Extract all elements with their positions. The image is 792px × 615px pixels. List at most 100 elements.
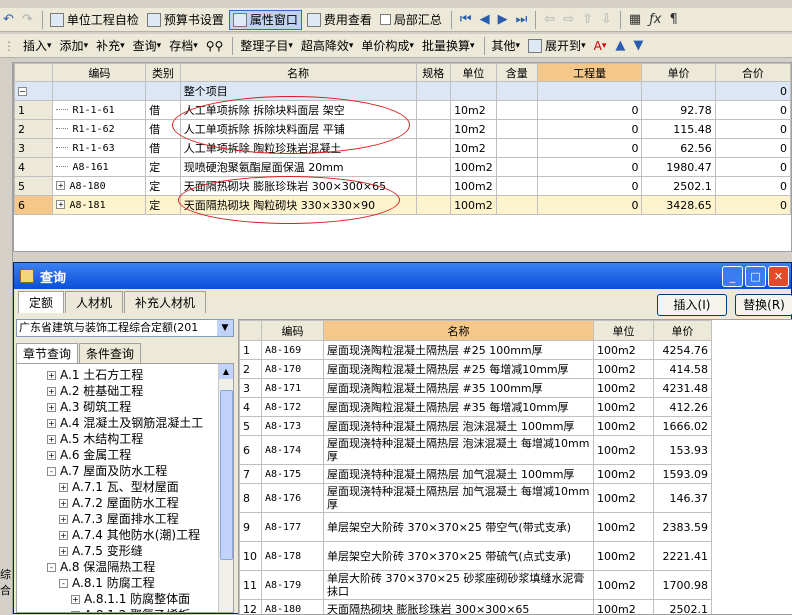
cell-total[interactable]: 0 xyxy=(715,139,790,158)
col-code[interactable]: 编码 xyxy=(53,64,146,82)
cell-quantity[interactable]: 0 xyxy=(537,177,642,196)
prev-icon[interactable]: ◀ xyxy=(476,12,494,27)
cell-content[interactable] xyxy=(496,196,537,215)
group-toggle[interactable]: − xyxy=(15,82,53,101)
expand-icon[interactable]: + xyxy=(56,181,65,190)
add-menu[interactable]: 添加 xyxy=(57,36,92,56)
cell-type[interactable]: 借 xyxy=(146,139,181,158)
height-efficiency-menu[interactable]: 超高降效 xyxy=(298,36,357,56)
expand-icon[interactable]: + xyxy=(47,387,56,396)
tab-chapter-search[interactable]: 章节查询 xyxy=(16,343,78,363)
cell-spec[interactable] xyxy=(416,120,451,139)
cell-name[interactable]: 人工单项拆除 拆除块料面层 架空 xyxy=(180,101,416,120)
collapse-icon[interactable]: − xyxy=(18,87,27,96)
expand-icon[interactable]: + xyxy=(47,435,56,444)
table-row[interactable]: 5+A8-180定天面隔热砌块 膨胀珍珠岩 300×300×65100m2025… xyxy=(15,177,791,196)
expand-icon[interactable]: + xyxy=(47,371,56,380)
cell-content[interactable] xyxy=(496,158,537,177)
table-row[interactable]: 4A8-161定现喷硬泡聚氨酯屋面保温 20mm100m201980.470 xyxy=(15,158,791,177)
cell-code[interactable]: A8-161 xyxy=(53,158,146,177)
redo-button[interactable]: ↷ xyxy=(19,10,36,30)
cell-content[interactable] xyxy=(496,101,537,120)
cell-content[interactable] xyxy=(496,139,537,158)
paint-color-icon[interactable]: A xyxy=(591,36,610,56)
move-up-icon[interactable]: ⇧ xyxy=(578,12,597,27)
cell-quantity[interactable]: 0 xyxy=(537,158,642,177)
cell-total[interactable]: 0 xyxy=(715,158,790,177)
query-menu[interactable]: 查询 xyxy=(130,36,165,56)
budget-grid[interactable]: 编码 类别 名称 规格 单位 含量 工程量 单价 合价 − 整个项目 0 1R1… xyxy=(13,62,792,252)
chapter-tree[interactable]: +A.1 土石方工程+A.2 桩基础工程+A.3 砌筑工程+A.4 混凝土及钢筋… xyxy=(16,363,234,613)
cell-type[interactable]: 定 xyxy=(146,196,181,215)
cell-quantity[interactable]: 0 xyxy=(537,101,642,120)
tree-item[interactable]: +A.8.1.2 聚氯乙烯板 xyxy=(17,607,233,613)
cell-type[interactable]: 定 xyxy=(146,158,181,177)
paragraph-icon[interactable]: ¶ xyxy=(666,12,682,27)
list-item[interactable]: 9A8-177单层架空大阶砖 370×370×25 带空气(带式支承)100m2… xyxy=(240,513,712,542)
cell-name[interactable]: 人工单项拆除 拆除块料面层 平铺 xyxy=(180,120,416,139)
expand-icon[interactable]: + xyxy=(59,547,68,556)
list-item[interactable]: 10A8-178单层架空大阶砖 370×370×25 带硫气(点式支承)100m… xyxy=(240,542,712,571)
formula-icon[interactable]: ƒx xyxy=(645,12,665,27)
row-number[interactable]: 2 xyxy=(15,120,53,139)
row-number[interactable]: 4 xyxy=(15,158,53,177)
tree-scrollbar[interactable]: ▲ xyxy=(218,364,233,612)
list-item[interactable]: 1A8-169屋面现浇陶粒混凝土隔热层 #25 100mm厚100m24254.… xyxy=(240,341,712,360)
cell-name[interactable]: 天面隔热砌块 膨胀珍珠岩 300×300×65 xyxy=(180,177,416,196)
results-col-name[interactable]: 名称 xyxy=(324,321,594,341)
col-total[interactable]: 合价 xyxy=(715,64,790,82)
cell-quantity[interactable]: 0 xyxy=(537,139,642,158)
supplement-menu[interactable]: 补充 xyxy=(93,36,128,56)
table-row[interactable]: 1R1-1-61借人工单项拆除 拆除块料面层 架空10m2092.780 xyxy=(15,101,791,120)
row-number[interactable]: 3 xyxy=(15,139,53,158)
binoculars-icon[interactable]: ⚲⚲ xyxy=(203,36,227,56)
row-number[interactable]: 6 xyxy=(15,196,53,215)
tree-item[interactable]: +A.5 木结构工程 xyxy=(17,431,233,447)
other-menu[interactable]: 其他 xyxy=(489,36,524,56)
next-icon[interactable]: ▶ xyxy=(494,12,512,27)
list-item[interactable]: 11A8-179单层大阶砖 370×370×25 砂浆座砌砂浆填缝水泥膏抹口10… xyxy=(240,571,712,600)
last-icon[interactable]: ⏭ xyxy=(512,12,532,27)
table-row[interactable]: 6+A8-181定天面隔热砌块 陶粒砌块 330×330×90100m20342… xyxy=(15,196,791,215)
collapse-icon[interactable]: - xyxy=(47,563,56,572)
cell-total[interactable]: 0 xyxy=(715,101,790,120)
tree-item[interactable]: +A.7.2 屋面防水工程 xyxy=(17,495,233,511)
cell-name[interactable]: 天面隔热砌块 陶粒砌块 330×330×90 xyxy=(180,196,416,215)
cell-type[interactable]: 借 xyxy=(146,101,181,120)
expand-icon[interactable]: + xyxy=(71,595,80,604)
cell-unit[interactable]: 100m2 xyxy=(451,177,497,196)
list-item[interactable]: 8A8-176屋面现浇特种混凝土隔热层 加气混凝土 每增减10mm厚100m21… xyxy=(240,484,712,513)
partial-summary-checkbox[interactable]: 局部汇总 xyxy=(377,10,445,30)
insert-button[interactable]: 插入(I) xyxy=(657,294,727,316)
up-icon[interactable]: ▲ xyxy=(611,38,629,53)
library-select[interactable]: 广东省建筑与装饰工程综合定额(201 ▼ xyxy=(16,319,234,337)
unit-price-menu[interactable]: 单价构成 xyxy=(358,36,417,56)
batch-convert-menu[interactable]: 批量换算 xyxy=(419,36,478,56)
cell-content[interactable] xyxy=(496,120,537,139)
results-col-price[interactable]: 单价 xyxy=(654,321,712,341)
cell-code[interactable]: R1-1-62 xyxy=(53,120,146,139)
collapse-icon[interactable]: - xyxy=(59,579,68,588)
cell-code[interactable]: +A8-181 xyxy=(53,196,146,215)
tree-item[interactable]: -A.7 屋面及防水工程 xyxy=(17,463,233,479)
property-window-button[interactable]: 属性窗口 xyxy=(229,10,302,30)
col-price[interactable]: 单价 xyxy=(642,64,715,82)
insert-menu[interactable]: 插入 xyxy=(20,36,55,56)
calculator-icon[interactable]: ▦ xyxy=(625,12,645,27)
col-unit[interactable]: 单位 xyxy=(451,64,497,82)
list-item[interactable]: 12A8-180天面隔热砌块 膨胀珍珠岩 300×300×65100m22502… xyxy=(240,600,712,615)
table-row[interactable]: 3R1-1-63借人工单项拆除 陶粒珍珠岩混凝土10m2062.560 xyxy=(15,139,791,158)
replace-button[interactable]: 替换(R) xyxy=(735,294,792,316)
tree-item[interactable]: +A.3 砌筑工程 xyxy=(17,399,233,415)
maximize-icon[interactable]: □ xyxy=(745,266,766,287)
tab-materials[interactable]: 人材机 xyxy=(65,291,123,313)
tree-item[interactable]: +A.7.1 瓦、型材屋面 xyxy=(17,479,233,495)
cell-content[interactable] xyxy=(496,177,537,196)
scroll-up-icon[interactable]: ▲ xyxy=(219,364,233,379)
tree-item[interactable]: +A.2 桩基础工程 xyxy=(17,383,233,399)
self-check-button[interactable]: 单位工程自检 xyxy=(47,10,142,30)
cell-name[interactable]: 人工单项拆除 陶粒珍珠岩混凝土 xyxy=(180,139,416,158)
tree-item[interactable]: +A.1 土石方工程 xyxy=(17,367,233,383)
col-content[interactable]: 含量 xyxy=(496,64,537,82)
expand-icon[interactable]: + xyxy=(59,531,68,540)
